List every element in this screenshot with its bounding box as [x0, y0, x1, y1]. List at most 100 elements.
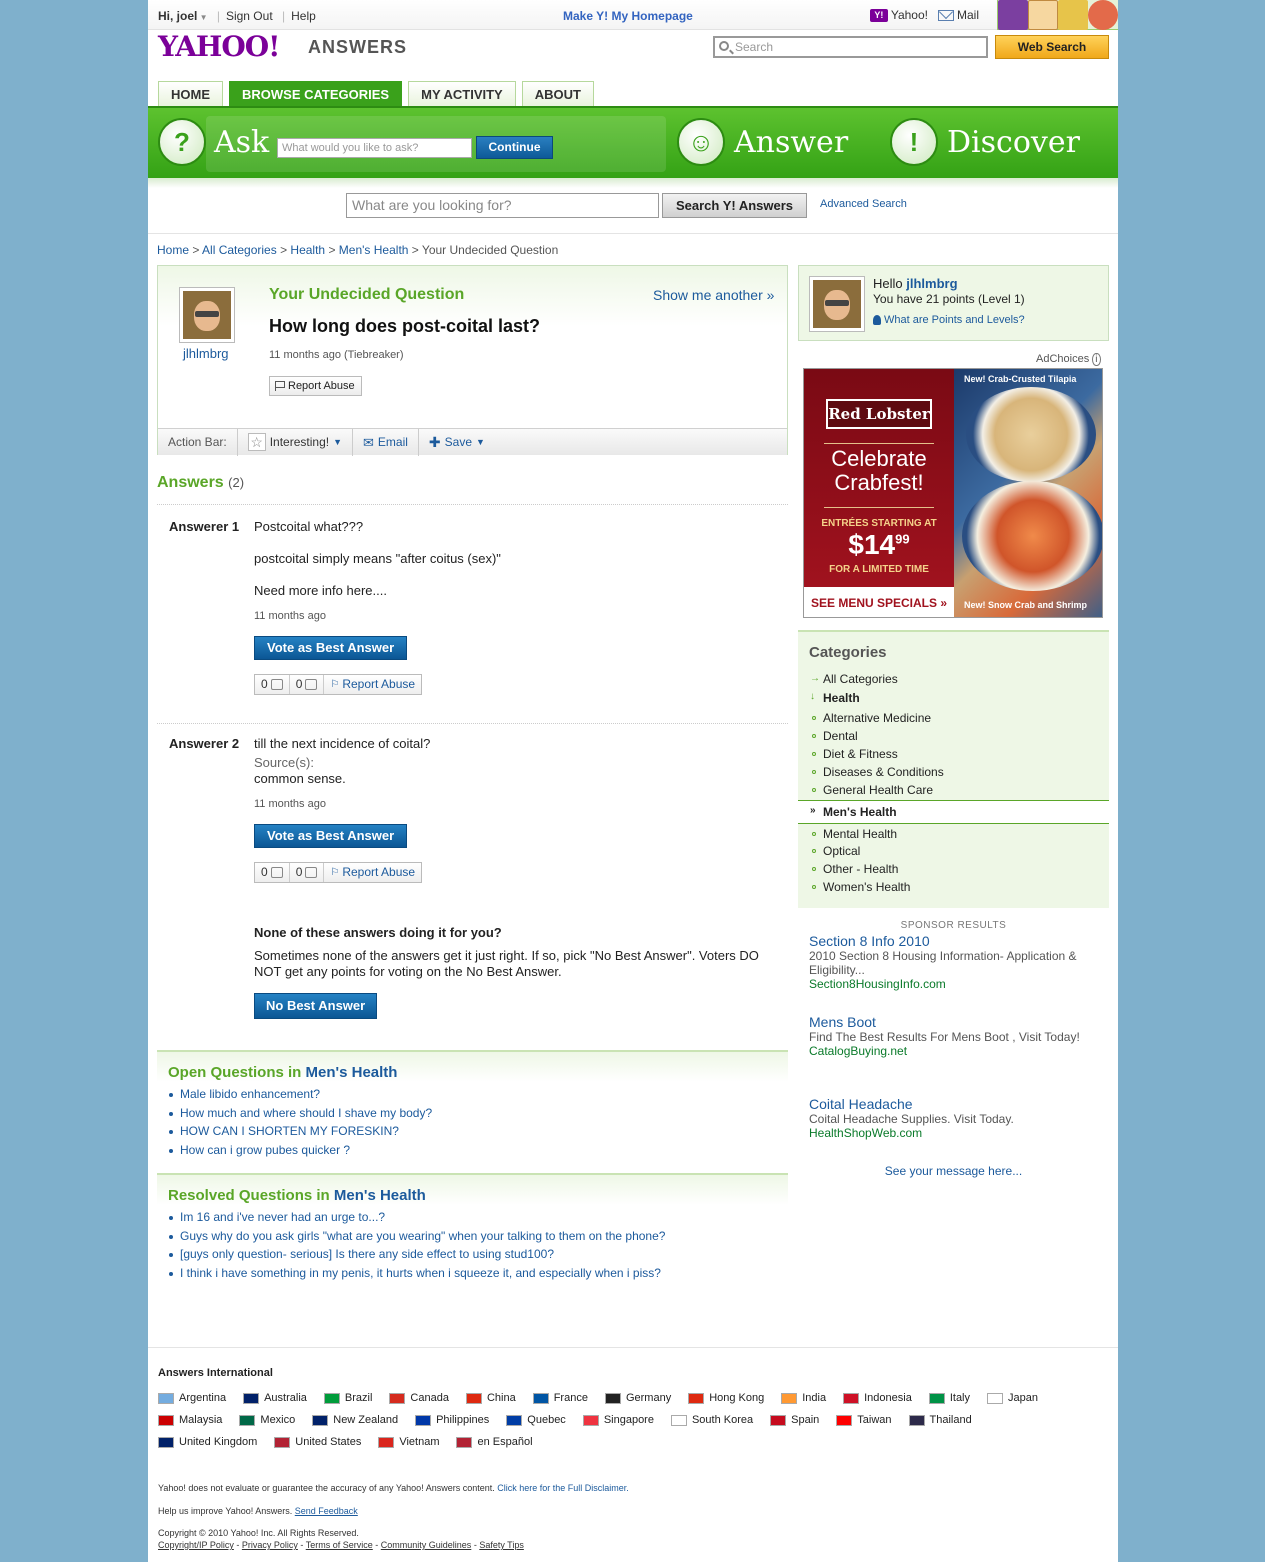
category-selected[interactable]: Men's Health [823, 805, 897, 819]
answers-logo-text[interactable]: ANSWERS [308, 37, 407, 58]
country-link[interactable]: New Zealand [312, 1412, 398, 1428]
category-item[interactable]: Diet & Fitness [823, 747, 898, 761]
answers-search-input[interactable]: What are you looking for? [346, 193, 659, 218]
thumbs-up-button[interactable]: 0 [255, 863, 290, 882]
sponsor-url[interactable]: HealthShopWeb.com [809, 1126, 1099, 1140]
resolved-questions-category-link[interactable]: Men's Health [334, 1187, 426, 1204]
continue-button[interactable]: Continue [476, 136, 553, 159]
breadcrumb-mens-health[interactable]: Men's Health [339, 243, 409, 257]
country-link[interactable]: Quebec [506, 1412, 566, 1428]
discover-label[interactable]: Discover [947, 125, 1080, 160]
country-link[interactable]: Japan [987, 1390, 1038, 1406]
thumbs-down-button[interactable]: 0 [290, 675, 325, 694]
tab-browse-categories[interactable]: BROWSE CATEGORIES [229, 81, 403, 107]
games-icon[interactable] [1088, 0, 1118, 30]
yahoo-logo[interactable]: YAHOO! [158, 30, 280, 63]
my-yahoo-icon[interactable] [998, 0, 1028, 30]
adchoices-link[interactable]: AdChoices i [1036, 353, 1101, 366]
web-search-button[interactable]: Web Search [995, 35, 1109, 59]
country-link[interactable]: Argentina [158, 1390, 226, 1406]
thumbs-up-button[interactable]: 0 [255, 675, 290, 694]
resolved-question-link[interactable]: Guys why do you ask girls "what are you … [168, 1229, 788, 1248]
vote-best-answer-button[interactable]: Vote as Best Answer [254, 636, 408, 660]
yahoo-link[interactable]: Y! Yahoo! [869, 8, 928, 22]
ad-cta[interactable]: SEE MENU SPECIALS » [804, 587, 954, 617]
sponsor-title[interactable]: Coital Headache [809, 1096, 1099, 1112]
report-abuse-button[interactable]: Report Abuse [269, 376, 362, 396]
country-link[interactable]: Singapore [582, 1412, 654, 1428]
ask-label[interactable]: Ask [214, 125, 269, 160]
red-lobster-ad[interactable]: Red Lobster Celebrate Crabfest! ENTRÉES … [803, 368, 1103, 618]
mail-link[interactable]: Mail [937, 8, 979, 22]
category-item[interactable]: Mental Health [823, 827, 897, 841]
country-link[interactable]: Taiwan [836, 1412, 892, 1428]
country-link[interactable]: Philippines [415, 1412, 489, 1428]
greeting-menu[interactable]: Hi, joel [158, 9, 197, 23]
category-item[interactable]: Optical [823, 844, 860, 858]
open-question-link[interactable]: How much and where should I shave my bod… [168, 1106, 788, 1125]
breadcrumb-home[interactable]: Home [157, 243, 189, 257]
see-your-message-link[interactable]: See your message here... [798, 1164, 1109, 1178]
country-link[interactable]: Thailand [908, 1412, 972, 1428]
country-link[interactable]: Brazil [323, 1390, 372, 1406]
asker-name-link[interactable]: jlhlmbrg [183, 346, 229, 361]
full-disclaimer-link[interactable]: Click here for the Full Disclaimer. [497, 1483, 629, 1493]
category-health[interactable]: Health [823, 691, 860, 705]
show-another-link[interactable]: Show me another » [653, 287, 774, 303]
save-button[interactable]: ✚ Save ▼ [419, 429, 495, 456]
country-link[interactable]: India [781, 1390, 826, 1406]
category-item[interactable]: Other - Health [823, 862, 898, 876]
resolved-question-link[interactable]: [guys only question- serious] Is there a… [168, 1247, 788, 1266]
country-link[interactable]: South Korea [670, 1412, 753, 1428]
points-levels-link[interactable]: What are Points and Levels? [873, 314, 1025, 326]
profile-name-link[interactable]: jlhlmbrg [906, 276, 957, 291]
country-link[interactable]: China [465, 1390, 516, 1406]
country-link[interactable]: Germany [604, 1390, 671, 1406]
answer-report-abuse-link[interactable]: ⚐ Report Abuse [324, 863, 421, 882]
sponsor-url[interactable]: Section8HousingInfo.com [809, 977, 1099, 991]
send-feedback-link[interactable]: Send Feedback [295, 1506, 358, 1516]
finance-icon[interactable] [1058, 0, 1088, 30]
category-item[interactable]: Dental [823, 729, 858, 743]
ask-question-input[interactable]: What would you like to ask? [277, 138, 472, 158]
sponsor-result[interactable]: Mens Boot Find The Best Results For Mens… [809, 1014, 1099, 1058]
sponsor-title[interactable]: Mens Boot [809, 1014, 1099, 1030]
resolved-question-link[interactable]: Im 16 and i've never had an urge to...? [168, 1210, 788, 1229]
open-question-link[interactable]: HOW CAN I SHORTEN MY FORESKIN? [168, 1124, 788, 1143]
open-question-link[interactable]: How can i grow pubes quicker ? [168, 1143, 788, 1162]
sign-out-link[interactable]: Sign Out [226, 9, 273, 23]
resolved-question-link[interactable]: I think i have something in my penis, it… [168, 1266, 788, 1285]
country-link[interactable]: Italy [928, 1390, 970, 1406]
country-link[interactable]: Indonesia [843, 1390, 912, 1406]
sponsor-url[interactable]: CatalogBuying.net [809, 1044, 1099, 1058]
category-item[interactable]: General Health Care [823, 783, 933, 797]
user-avatar[interactable] [809, 276, 865, 332]
safety-tips-link[interactable]: Safety Tips [479, 1540, 524, 1550]
country-link[interactable]: en Español [456, 1434, 533, 1450]
country-link[interactable]: Spain [770, 1412, 819, 1428]
open-questions-category-link[interactable]: Men's Health [306, 1064, 398, 1081]
answer-label[interactable]: Answer [734, 125, 848, 160]
country-link[interactable]: United States [274, 1434, 361, 1450]
tab-home[interactable]: HOME [158, 81, 223, 107]
sponsor-result[interactable]: Section 8 Info 2010 2010 Section 8 Housi… [809, 933, 1099, 991]
breadcrumb-health[interactable]: Health [290, 243, 325, 257]
tab-about[interactable]: ABOUT [521, 81, 594, 107]
help-link[interactable]: Help [291, 9, 316, 23]
category-item[interactable]: Diseases & Conditions [823, 765, 944, 779]
country-link[interactable]: Hong Kong [688, 1390, 764, 1406]
country-link[interactable]: Australia [243, 1390, 307, 1406]
country-link[interactable]: France [532, 1390, 588, 1406]
advanced-search-link[interactable]: Advanced Search [820, 198, 907, 210]
privacy-policy-link[interactable]: Privacy Policy [242, 1540, 298, 1550]
open-question-link[interactable]: Male libido enhancement? [168, 1087, 788, 1106]
category-all[interactable]: All Categories [823, 672, 898, 686]
country-link[interactable]: Canada [389, 1390, 449, 1406]
copyright-policy-link[interactable]: Copyright/IP Policy [158, 1540, 234, 1550]
no-best-answer-button[interactable]: No Best Answer [254, 993, 378, 1019]
category-item[interactable]: Alternative Medicine [823, 711, 931, 725]
breadcrumb-all-categories[interactable]: All Categories [202, 243, 277, 257]
community-guidelines-link[interactable]: Community Guidelines [381, 1540, 472, 1550]
country-link[interactable]: United Kingdom [158, 1434, 257, 1450]
tab-my-activity[interactable]: MY ACTIVITY [408, 81, 516, 107]
